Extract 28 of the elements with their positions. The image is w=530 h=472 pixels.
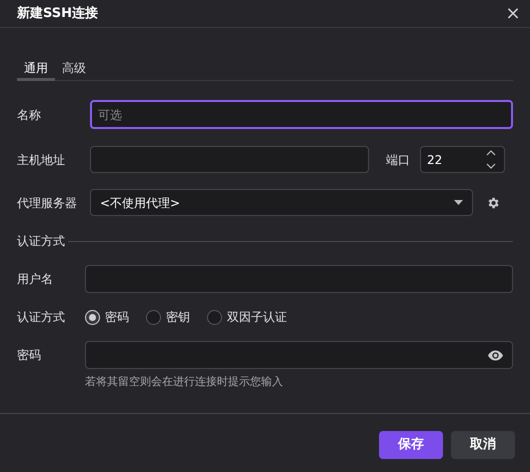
cancel-button[interactable]: 取消 [451, 430, 515, 458]
radio-option[interactable]: 密码 [85, 308, 129, 326]
eye-icon[interactable] [488, 350, 503, 360]
field-label: 密码 [17, 347, 42, 364]
proxy-dropdown[interactable]: <不使用代理> [90, 189, 473, 216]
field-label: 代理服务器 [17, 194, 78, 212]
password-field[interactable] [85, 341, 513, 369]
radio-option[interactable]: 双因子认证 [207, 308, 287, 326]
window-title: 新建SSH连接 [17, 4, 98, 23]
section-title: 认证方式 [17, 233, 65, 250]
name-field[interactable]: 可选 [90, 100, 513, 129]
tab[interactable]: 通用 [17, 58, 55, 81]
hint-text: 若将其留空则会在进行连接时提示您输入 [85, 374, 284, 390]
field-label: 用户名 [17, 271, 54, 288]
field-label: 主机地址 [17, 152, 66, 168]
host-field[interactable] [90, 146, 369, 173]
tab[interactable]: 高级 [55, 58, 93, 81]
radio-option[interactable]: 密钥 [146, 308, 190, 326]
save-button[interactable]: 保存 [379, 430, 443, 458]
settings-icon[interactable] [486, 196, 500, 210]
dropdown-arrow-icon [454, 200, 463, 206]
username-field[interactable] [85, 265, 513, 293]
spin-arrows-icon[interactable] [486, 149, 496, 170]
field-label: 端口 [386, 152, 411, 168]
field-label: 名称 [17, 106, 42, 124]
field-label: 认证方式 [17, 309, 66, 326]
close-button[interactable]: × [504, 4, 522, 22]
port-spinbox[interactable]: 22 [420, 146, 505, 173]
